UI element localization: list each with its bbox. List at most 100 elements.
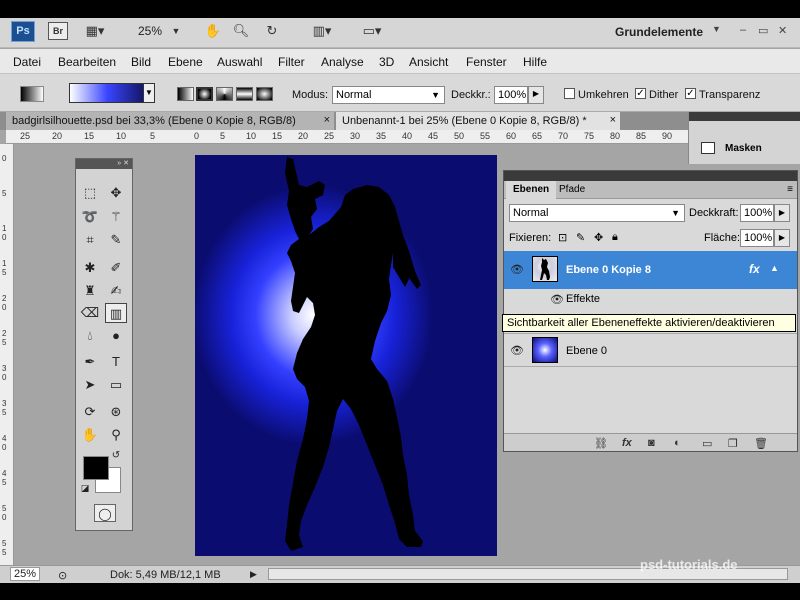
marquee-tool-icon[interactable]: ⬚ [79, 183, 101, 203]
document-size[interactable]: Dok: 5,49 MB/12,1 MB [110, 569, 221, 581]
layers-panel-titlebar[interactable] [504, 171, 797, 181]
diamond-gradient-button[interactable] [256, 87, 273, 101]
add-layer-style-icon[interactable]: fx [622, 437, 632, 449]
effects-visibility-eye-icon[interactable]: 👁︎ [550, 293, 564, 306]
blur-tool-icon[interactable]: 💧︎ [79, 326, 101, 346]
gradient-preview[interactable] [69, 83, 154, 103]
menu-ebene[interactable]: Ebene [168, 55, 203, 69]
workspace-dropdown-icon[interactable]: ▼ [712, 24, 721, 34]
layer-name[interactable]: Ebene 0 Kopie 8 [566, 264, 651, 276]
menu-filter[interactable]: Filter [278, 55, 305, 69]
workspace-switcher[interactable]: Grundelemente [615, 25, 703, 39]
hand-icon[interactable]: ✋ [204, 22, 222, 40]
tab-close-icon[interactable]: × [324, 114, 330, 126]
opacity-input[interactable]: 100% [740, 204, 774, 222]
tool-preset-picker[interactable] [20, 86, 44, 102]
layer-name[interactable]: Ebene 0 [566, 345, 607, 357]
lock-position-icon[interactable]: ✥ [594, 231, 603, 244]
path-selection-tool-icon[interactable]: ➤ [79, 375, 101, 395]
link-layers-icon[interactable]: ⛓ [594, 437, 608, 450]
layer-row-ebene-0[interactable]: 👁︎ Ebene 0 [504, 333, 797, 367]
document-canvas[interactable] [195, 155, 497, 556]
dodge-tool-icon[interactable]: ● [105, 326, 127, 346]
fill-arrow-icon[interactable]: ▶ [774, 229, 790, 247]
panel-menu-icon[interactable]: ≡ [787, 184, 793, 195]
masks-icon[interactable] [701, 142, 715, 154]
layer-visibility-eye-icon[interactable]: 👁︎ [510, 344, 524, 357]
menu-hilfe[interactable]: Hilfe [523, 55, 547, 69]
swap-colors-icon[interactable]: ↺ [109, 449, 123, 463]
view-extras-icon[interactable]: ▦▾ [84, 22, 106, 40]
type-tool-icon[interactable]: T [105, 352, 127, 372]
status-arrow-icon[interactable]: ▶ [250, 569, 257, 580]
arrange-documents-icon[interactable]: ▥▾ [306, 22, 338, 40]
deckkr-input[interactable]: 100% [494, 86, 528, 104]
3d-rotate-tool-icon[interactable]: ⟳ [79, 402, 101, 422]
linear-gradient-button[interactable] [177, 87, 194, 101]
3d-orbit-tool-icon[interactable]: ⊛ [105, 402, 127, 422]
pen-tool-icon[interactable]: ✒ [79, 352, 101, 372]
fill-input[interactable]: 100% [740, 229, 774, 247]
layer-row-ebene-0-kopie-8[interactable]: 👁︎ Ebene 0 Kopie 8 fx ▲ [504, 251, 797, 289]
delete-layer-icon[interactable]: 🗑︎ [754, 437, 768, 450]
menu-bild[interactable]: Bild [131, 55, 151, 69]
zoom-icon[interactable]: 🔍︎ [232, 22, 250, 40]
angle-gradient-button[interactable] [216, 87, 233, 101]
move-tool-icon[interactable]: ✥ [105, 183, 127, 203]
eyedropper-tool-icon[interactable]: ✎ [105, 230, 127, 250]
menu-fenster[interactable]: Fenster [466, 55, 507, 69]
menu-3d[interactable]: 3D [379, 55, 394, 69]
new-group-icon[interactable]: ▭ [702, 437, 712, 450]
clone-stamp-tool-icon[interactable]: ♜ [79, 281, 101, 301]
shape-tool-icon[interactable]: ▭ [105, 375, 127, 395]
menu-auswahl[interactable]: Auswahl [217, 55, 262, 69]
tools-panel-header[interactable]: » ✕ [76, 159, 132, 169]
deckkr-arrow-icon[interactable]: ▶ [528, 86, 544, 104]
modus-select[interactable]: Normal ▼ [332, 86, 445, 104]
masken-label[interactable]: Masken [725, 143, 762, 154]
new-layer-icon[interactable]: ❐ [728, 437, 738, 450]
status-icon[interactable]: ⊙ [58, 569, 67, 582]
crop-tool-icon[interactable]: ⌗ [79, 230, 101, 250]
bridge-button[interactable]: Br [48, 22, 68, 40]
layer-effects-row[interactable]: 👁︎ Effekte [504, 289, 797, 311]
menu-analyse[interactable]: Analyse [321, 55, 364, 69]
menu-datei[interactable]: Datei [13, 55, 41, 69]
lock-transparency-icon[interactable]: ⊡ [558, 231, 567, 244]
rotate-view-icon[interactable]: ↻ [261, 22, 283, 40]
zoom-dropdown-icon[interactable]: ▼ [170, 22, 182, 40]
appbar-zoom-value[interactable]: 25% [138, 24, 162, 38]
restore-icon[interactable]: ▭ [758, 24, 768, 37]
zoom-tool-icon[interactable]: ⚲ [105, 425, 127, 445]
lasso-tool-icon[interactable]: ➰ [79, 207, 101, 227]
quick-mask-icon[interactable]: ◯ [94, 504, 116, 522]
close-icon[interactable]: ✕ [778, 24, 787, 37]
blend-mode-select[interactable]: Normal ▼ [509, 204, 685, 222]
layer-visibility-eye-icon[interactable]: 👁︎ [510, 263, 524, 276]
dither-checkbox[interactable]: ✓ [635, 88, 646, 99]
lock-all-icon[interactable]: 🔒︎ [612, 231, 618, 244]
foreground-color-swatch[interactable] [83, 456, 109, 480]
tab-badgirlsilhouette[interactable]: badgirlsilhouette.psd bei 33,3% (Ebene 0… [6, 112, 334, 130]
gradient-picker-arrow-icon[interactable]: ▼ [143, 83, 155, 103]
tab-pfade[interactable]: Pfade [552, 181, 592, 199]
brush-tool-icon[interactable]: ✐ [105, 258, 127, 278]
history-brush-tool-icon[interactable]: ✍ [105, 281, 127, 301]
tab-unbenannt-1[interactable]: Unbenannt-1 bei 25% (Ebene 0 Kopie 8, RG… [336, 112, 620, 130]
gradient-tool-icon[interactable]: ▥ [105, 303, 127, 323]
magic-wand-tool-icon[interactable]: ⚚ [105, 207, 127, 227]
status-zoom[interactable]: 25% [10, 567, 41, 581]
opacity-arrow-icon[interactable]: ▶ [774, 204, 790, 222]
menu-ansicht[interactable]: Ansicht [409, 55, 448, 69]
default-colors-icon[interactable]: ◪ [79, 482, 91, 494]
hand-tool-icon[interactable]: ✋ [79, 425, 101, 445]
menu-bearbeiten[interactable]: Bearbeiten [58, 55, 116, 69]
add-mask-icon[interactable]: ◙ [648, 437, 655, 449]
minimize-icon[interactable]: – [740, 24, 746, 36]
spot-healing-tool-icon[interactable]: ✱ [79, 258, 101, 278]
radial-gradient-button[interactable] [196, 87, 213, 101]
umkehren-checkbox[interactable] [564, 88, 575, 99]
transparenz-checkbox[interactable]: ✓ [685, 88, 696, 99]
fx-icon[interactable]: fx [749, 262, 760, 276]
screen-mode-icon[interactable]: ▭▾ [356, 22, 388, 40]
